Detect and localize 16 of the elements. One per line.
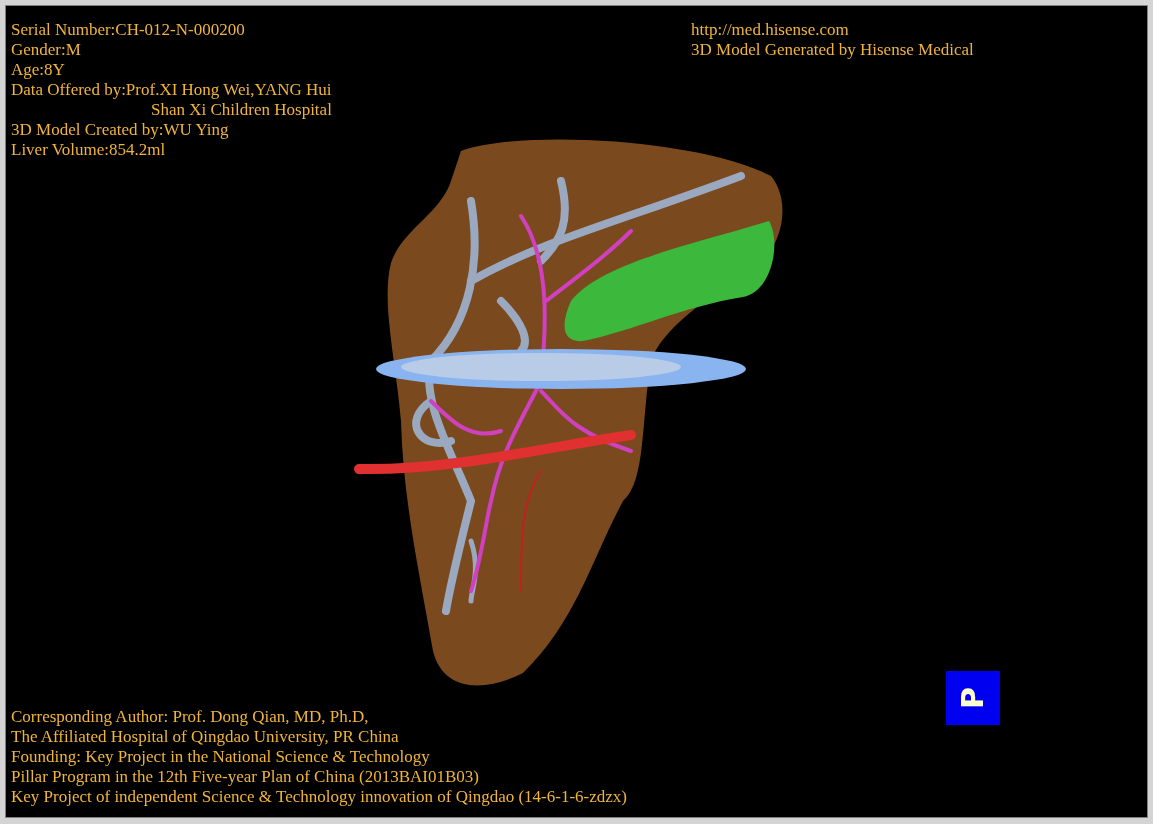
- info-text: Gender:M: [11, 40, 82, 60]
- info-text: http://med.hisense.com: [691, 20, 850, 40]
- info-text: 3D Model Generated by Hisense Medical: [691, 40, 974, 60]
- info-text: The Affiliated Hospital of Qingdao University, PR China: [11, 727, 400, 747]
- info-text: Corresponding Author: Prof. Dong Qian, MD, Ph.D,: [11, 707, 370, 727]
- orientation-cube[interactable]: P: [946, 671, 1000, 725]
- info-text: Data Offered by:Prof.XI Hong Wei,YANG Hui: [11, 80, 332, 100]
- info-text: Key Project of independent Science & Technology innovation of Qingdao (14-6-1-6-zdzx): [11, 787, 627, 807]
- info-text: Liver Volume:854.2ml: [11, 140, 167, 160]
- orientation-label: P: [958, 687, 988, 709]
- info-text: Founding: Key Project in the National Science & Technology: [11, 747, 431, 767]
- info-text: Age:8Y: [11, 60, 66, 80]
- info-text: Shan Xi Children Hospital: [150, 100, 332, 120]
- info-text: Serial Number:CH-012-N-000200: [11, 20, 246, 40]
- info-text: 3D Model Created by:WU Ying: [11, 120, 230, 140]
- info-text: Pillar Program in the 12th Five-year Plan of China (2013BAI01B03): [11, 767, 480, 787]
